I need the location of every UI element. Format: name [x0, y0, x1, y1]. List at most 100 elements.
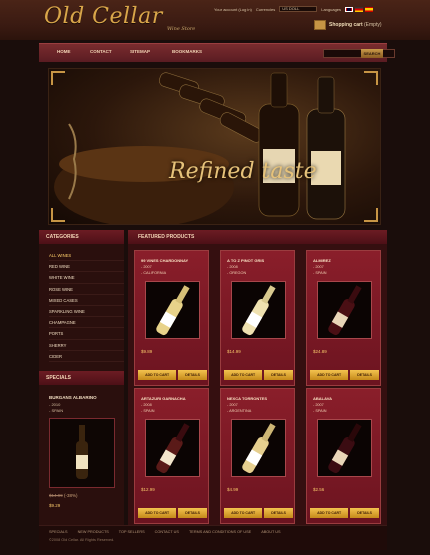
footer-links: SPECIALS NEW PRODUCTS TOP SELLERS CONTAC… [49, 530, 281, 534]
product-name[interactable]: ABALAVA [313, 396, 332, 401]
specials-heading: SPECIALS [39, 371, 124, 385]
spanish-flag-icon[interactable] [365, 6, 374, 12]
add-to-cart-button[interactable]: ADD TO CART [138, 508, 177, 518]
product-image[interactable] [145, 419, 200, 477]
product-image[interactable] [231, 281, 286, 339]
category-list: ALL WINES RED WINE WHITE WINE ROSE WINE … [39, 244, 124, 362]
currencies-label: Currencies [255, 6, 276, 12]
featured-products: FEATURED PRODUCTS 99 VINES CHARDONNAY - … [128, 230, 387, 525]
product-card[interactable]: NEXCA TORRONTES - 2007 - ARGENTINA $4.99… [220, 388, 295, 524]
footer-link[interactable]: CONTACT US [155, 530, 179, 534]
topbar: Your account (Log in) Currencies US DOLL… [214, 5, 374, 13]
category-item[interactable]: RED WINE [49, 261, 124, 273]
shopping-cart[interactable]: Shopping cart (Empty) [314, 20, 382, 30]
cart-box-icon [314, 20, 326, 30]
footer-link[interactable]: TERMS AND CONDITIONS OF USE [189, 530, 251, 534]
category-item[interactable]: ROSE WINE [49, 284, 124, 295]
footer-link[interactable]: ABOUT US [261, 530, 280, 534]
product-name[interactable]: 99 VINES CHARDONNAY [141, 258, 188, 263]
product-origin: - OREGON [227, 271, 247, 275]
details-button[interactable]: DETAILS [350, 370, 379, 380]
banner-title: Refined taste [169, 159, 317, 184]
category-item[interactable]: CIDER [49, 351, 124, 362]
add-to-cart-button[interactable]: ADD TO CART [224, 508, 263, 518]
product-card[interactable]: ABALAVA - 2007 - SPAIN $2.56 ADD TO CART… [306, 388, 381, 524]
product-origin: - SPAIN [313, 409, 327, 413]
add-to-cart-button[interactable]: ADD TO CART [310, 508, 349, 518]
nav-sitemap[interactable]: SITEMAP [130, 49, 150, 59]
red-wine-bottle-icon [327, 422, 362, 473]
category-item[interactable]: SHERRY [49, 340, 124, 351]
red-wine-bottle-icon [327, 284, 362, 335]
wine-bottles-illustration [54, 72, 346, 224]
category-item[interactable]: SPARKLING WINE [49, 306, 124, 318]
nav-contact[interactable]: CONTACT [90, 49, 112, 59]
german-flag-icon[interactable] [355, 6, 364, 12]
product-meta: - 2008 - OREGON [227, 264, 246, 276]
main-nav: HOME CONTACT SITEMAP BOOKMARKS SEARCH [39, 43, 395, 62]
category-item[interactable]: ALL WINES [49, 250, 124, 262]
frame-corner-icon [364, 208, 378, 222]
add-to-cart-button[interactable]: ADD TO CART [310, 370, 349, 380]
product-image[interactable] [317, 419, 372, 477]
account-link[interactable]: Your account (Log in) [214, 7, 252, 12]
old-price: $14.99 [49, 493, 63, 498]
category-item[interactable]: PORTS [49, 328, 124, 340]
special-old-price: $14.99 (-38%) [49, 493, 78, 498]
product-image[interactable] [317, 281, 372, 339]
product-price: $9.89 [141, 349, 153, 354]
footer-link[interactable]: TOP SELLERS [119, 530, 145, 534]
product-card[interactable]: ALMIREZ - 2007 - SPAIN $24.89 ADD TO CAR… [306, 250, 381, 386]
product-card[interactable]: A TO Z PINOT GRIS - 2008 - OREGON $14.99… [220, 250, 295, 386]
details-button[interactable]: DETAILS [178, 370, 207, 380]
red-wine-bottle-icon [155, 422, 190, 473]
product-name[interactable]: NEXCA TORRONTES [227, 396, 267, 401]
product-price: $4.99 [227, 487, 239, 492]
details-button[interactable]: DETAILS [350, 508, 379, 518]
categories-heading: CATEGORIES [39, 230, 124, 244]
special-product-name[interactable]: BURGANS ALBARINO [49, 395, 97, 400]
footer: SPECIALS NEW PRODUCTS TOP SELLERS CONTAC… [39, 525, 387, 550]
english-flag-icon[interactable] [345, 6, 354, 12]
product-actions: ADD TO CART DETAILS [310, 370, 379, 380]
search-input[interactable] [323, 49, 395, 58]
details-button[interactable]: DETAILS [264, 370, 293, 380]
special-product-meta: - 2010 - SPAIN [49, 402, 63, 414]
copyright: ©2008 Old Cellar. All Rights Reserved. [49, 538, 115, 542]
product-actions: ADD TO CART DETAILS [224, 508, 293, 518]
details-button[interactable]: DETAILS [178, 508, 207, 518]
discount: (-38%) [64, 493, 78, 498]
category-item[interactable]: MIXED CASES [49, 295, 124, 306]
cart-label: Shopping cart (Empty) [329, 22, 382, 28]
search-button[interactable]: SEARCH [361, 49, 383, 58]
product-name[interactable]: ARTAZURI GARNACHA [141, 396, 186, 401]
special-product-image[interactable] [49, 418, 115, 488]
nav-bookmarks[interactable]: BOOKMARKS [172, 49, 202, 59]
product-card[interactable]: 99 VINES CHARDONNAY - 2007 - CALIFORNIA … [134, 250, 209, 386]
product-origin: - CALIFORNIA [141, 271, 167, 275]
add-to-cart-button[interactable]: ADD TO CART [138, 370, 177, 380]
hero-banner[interactable]: Refined taste [48, 68, 381, 225]
product-price: $24.89 [313, 349, 327, 354]
product-card[interactable]: ARTAZURI GARNACHA - 2008 - SPAIN $12.99 … [134, 388, 209, 524]
footer-link[interactable]: SPECIALS [49, 530, 68, 534]
cart-status: (Empty) [364, 22, 382, 28]
product-name[interactable]: A TO Z PINOT GRIS [227, 258, 264, 263]
product-image[interactable] [231, 419, 286, 477]
product-meta: - 2008 - SPAIN [141, 402, 154, 414]
product-origin: - SPAIN [313, 271, 327, 275]
details-button[interactable]: DETAILS [264, 508, 293, 518]
product-name[interactable]: ALMIREZ [313, 258, 331, 263]
nav-home[interactable]: HOME [57, 49, 71, 59]
category-item[interactable]: WHITE WINE [49, 272, 124, 284]
add-to-cart-button[interactable]: ADD TO CART [224, 370, 263, 380]
category-item[interactable]: CHAMPAGNE [49, 317, 124, 329]
header: Old Cellar Wine Store Your account (Log … [0, 0, 430, 40]
footer-link[interactable]: NEW PRODUCTS [78, 530, 109, 534]
product-image[interactable] [145, 281, 200, 339]
product-meta: - 2007 - CALIFORNIA [141, 264, 166, 276]
product-origin: - ARGENTINA [227, 409, 252, 413]
frame-corner-icon [51, 71, 65, 85]
logo[interactable]: Old Cellar [44, 4, 163, 29]
currency-select[interactable]: US DOLL [279, 6, 318, 12]
